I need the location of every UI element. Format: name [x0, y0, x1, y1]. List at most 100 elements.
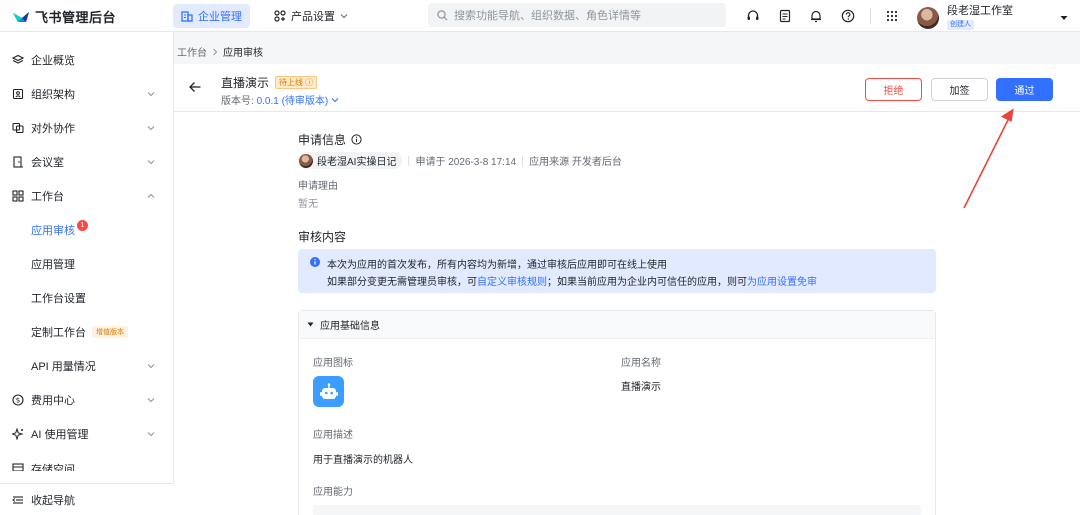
- avatar: [917, 6, 939, 29]
- sidebar-item-label: 企业概览: [31, 55, 75, 67]
- sidebar-item-billing[interactable]: $ 费用中心: [0, 385, 174, 415]
- sidebar-item-collab[interactable]: 对外协作: [0, 113, 174, 143]
- breadcrumb: 工作台 应用审核: [177, 44, 263, 59]
- notice-line-1: 本次为应用的首次发布，所有内容均为新增，通过审核后应用即可在线上使用: [327, 260, 667, 271]
- notice-line-2: 如果部分变更无需管理员审核，可自定义审核规则；如果当前应用为企业内可信任的应用，…: [327, 273, 817, 288]
- search-input[interactable]: 搜索功能导航、组织数据、角色详情等: [428, 3, 726, 27]
- chevron-down-icon: [147, 398, 155, 403]
- card-title: 应用基础信息: [320, 321, 380, 332]
- sidebar: 企业概览 组织架构 对外协作 会议室 工作台 应用审核 1 应用管理 工作台设置…: [0, 32, 174, 515]
- approve-button[interactable]: 通过: [996, 78, 1053, 101]
- feishu-logo-icon: [13, 11, 29, 22]
- sidebar-item-label: 应用审核: [31, 225, 75, 237]
- app-grid-icon[interactable]: [884, 8, 900, 24]
- approval-doc-icon[interactable]: [777, 8, 793, 24]
- meeting-room-icon: [12, 156, 24, 168]
- ai-spark-icon: [12, 428, 24, 440]
- review-detail-panel: 直播演示 待上线 ⓘ 版本号: 0.0.1 (待审版本) 拒绝 加签 通过 申请…: [174, 64, 1080, 515]
- collab-icon: [12, 122, 24, 134]
- sidebar-item-label: 定制工作台: [31, 327, 86, 339]
- chevron-down-icon: [147, 160, 155, 165]
- chevron-down-icon: [331, 98, 339, 103]
- caret-down-icon: [307, 322, 314, 327]
- brand-logo[interactable]: 飞书管理后台: [12, 7, 116, 26]
- app-basic-info-card: 应用基础信息: [298, 310, 936, 515]
- sidebar-item-app-review[interactable]: 应用审核 1: [0, 215, 174, 245]
- app-name-value: 直播演示: [621, 382, 661, 393]
- chevron-down-icon: [147, 364, 155, 369]
- reason-label: 申请理由: [298, 181, 338, 192]
- sidebar-item-workbench-settings[interactable]: 工作台设置: [0, 283, 174, 313]
- reject-button[interactable]: 拒绝: [865, 78, 922, 101]
- sidebar-item-label: 工作台: [31, 191, 64, 203]
- section-title-text: 申请信息: [298, 133, 347, 147]
- settings-nodes-icon: [274, 10, 286, 22]
- sidebar-item-api-usage[interactable]: API 用量情况: [0, 351, 174, 381]
- divider: [870, 8, 871, 24]
- chevron-down-icon: [147, 432, 155, 437]
- request-info-title: 申请信息: [298, 131, 362, 148]
- sidebar-item-ai-usage[interactable]: AI 使用管理: [0, 419, 174, 449]
- add-signer-button[interactable]: 加签: [931, 78, 988, 101]
- collapse-icon: [12, 495, 23, 504]
- customer-service-icon[interactable]: [745, 8, 761, 24]
- notice-text: 如果部分变更无需管理员审核，可: [327, 277, 477, 288]
- notification-badge: 1: [77, 219, 88, 231]
- org-icon: [12, 88, 24, 100]
- sidebar-item-label: 应用管理: [31, 259, 75, 271]
- app-name: 直播演示: [221, 76, 270, 90]
- custom-review-rules-link[interactable]: 自定义审核规则: [477, 277, 547, 288]
- divider: [408, 155, 410, 166]
- version-select[interactable]: 0.0.1 (待审版本): [257, 96, 339, 107]
- back-arrow-icon[interactable]: [188, 80, 202, 94]
- chevron-right-icon: [213, 48, 218, 55]
- reason-value: 暂无: [298, 199, 318, 210]
- sidebar-item-label: 费用中心: [31, 395, 75, 407]
- info-icon: ⓘ: [305, 78, 314, 87]
- dollar-icon: $: [12, 394, 24, 406]
- svg-text:$: $: [16, 397, 20, 405]
- exempt-review-link[interactable]: 为应用设置免审: [747, 277, 817, 288]
- sidebar-item-workbench[interactable]: 工作台: [0, 181, 174, 211]
- section-title-text: 审核内容: [298, 230, 347, 244]
- chevron-down-icon: [340, 14, 348, 19]
- layers-icon: [12, 54, 24, 66]
- sidebar-item-label: 对外协作: [31, 123, 75, 135]
- sidebar-item-overview[interactable]: 企业概览: [0, 45, 174, 75]
- ability-label: 应用能力: [313, 487, 353, 498]
- sidebar-item-label: 工作台设置: [31, 293, 86, 305]
- breadcrumb-root[interactable]: 工作台: [177, 44, 207, 59]
- robot-app-icon: [313, 376, 344, 407]
- sidebar-item-org[interactable]: 组织架构: [0, 79, 174, 109]
- sidebar-item-label: AI 使用管理: [31, 429, 89, 441]
- premium-tag: 增值版本: [92, 326, 128, 338]
- collapse-nav-label: 收起导航: [31, 494, 75, 507]
- applicant-chip[interactable]: 段老湿AI实操日记: [298, 152, 403, 169]
- user-menu[interactable]: 段老湿工作室 创建人: [917, 5, 1069, 30]
- search-placeholder: 搜索功能导航、组织数据、角色详情等: [454, 10, 641, 22]
- desc-label: 应用描述: [313, 430, 353, 441]
- sidebar-item-label: 会议室: [31, 157, 64, 169]
- applied-time: 申请于 2026-3-8 17:14: [415, 157, 517, 168]
- tab-label: 企业管理: [198, 11, 242, 23]
- chevron-up-icon: [147, 193, 155, 198]
- sidebar-item-app-management[interactable]: 应用管理: [0, 249, 174, 279]
- bell-icon[interactable]: [808, 8, 824, 24]
- chevron-down-icon: [147, 126, 155, 131]
- version-value: 0.0.1 (待审版本): [256, 96, 329, 107]
- sidebar-item-label: 存储空间: [31, 464, 75, 471]
- icon-label: 应用图标: [313, 358, 353, 369]
- tab-enterprise-management[interactable]: 企业管理: [173, 4, 250, 28]
- sidebar-item-storage[interactable]: 存储空间: [0, 453, 174, 471]
- ability-list: [313, 505, 921, 515]
- collapse-nav-button[interactable]: 收起导航: [0, 483, 174, 515]
- tab-label: 产品设置: [291, 11, 335, 23]
- help-icon[interactable]: [840, 8, 856, 24]
- sidebar-item-label: 组织架构: [31, 89, 75, 101]
- sidebar-item-custom-workbench[interactable]: 定制工作台 增值版本: [0, 317, 174, 347]
- review-notice: 本次为应用的首次发布，所有内容均为新增，通过审核后应用即可在线上使用 如果部分变…: [298, 249, 936, 293]
- sidebar-item-meeting-room[interactable]: 会议室: [0, 147, 174, 177]
- card-header[interactable]: 应用基础信息: [299, 311, 935, 339]
- name-label: 应用名称: [621, 358, 661, 369]
- tab-product-settings[interactable]: 产品设置: [266, 4, 356, 28]
